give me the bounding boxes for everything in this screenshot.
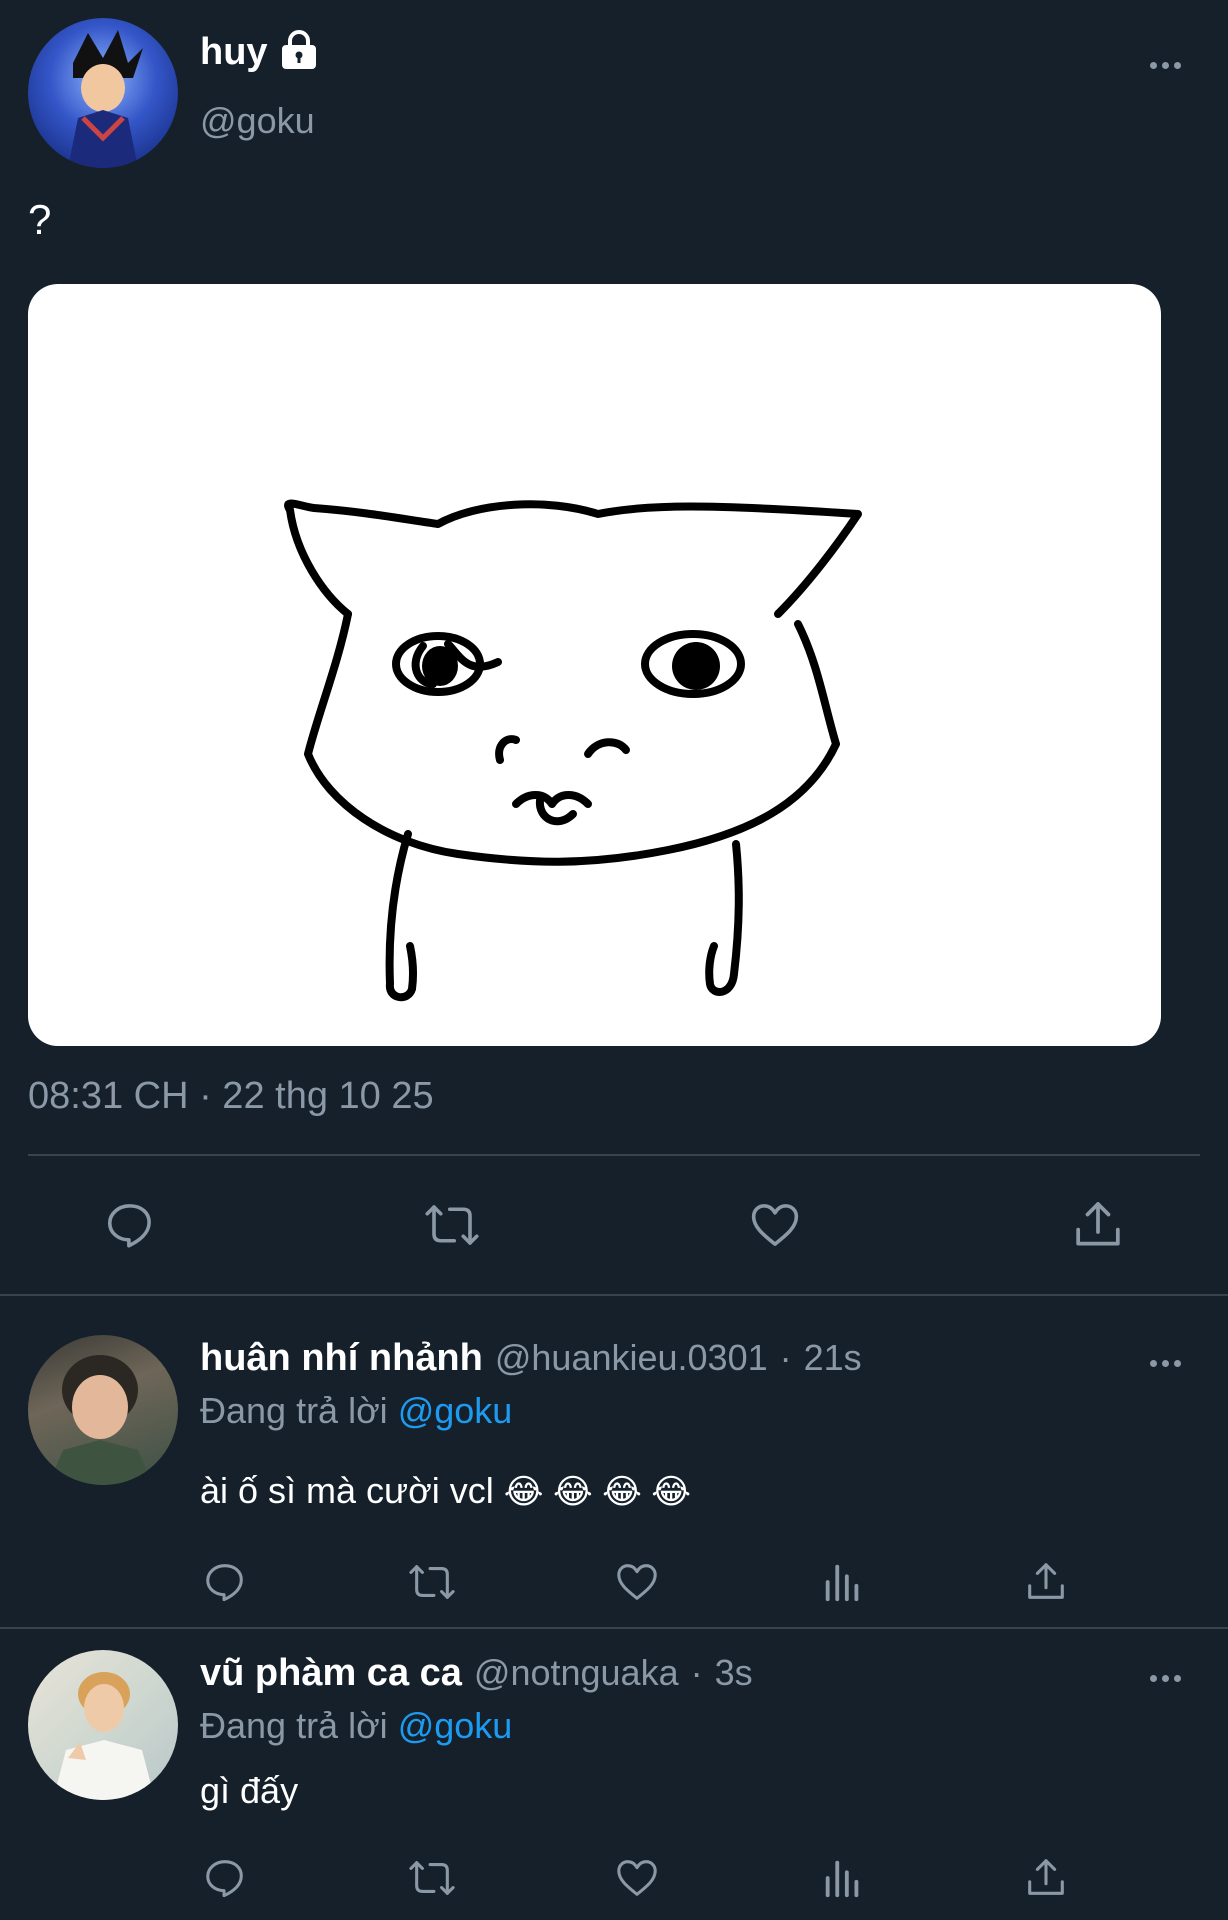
replying-to-link[interactable]: @goku	[398, 1390, 513, 1431]
reply-more-options-icon[interactable]	[1150, 1675, 1181, 1682]
main-avatar[interactable]	[28, 18, 178, 168]
share-icon	[1028, 1859, 1064, 1895]
reply-reply-button[interactable]	[195, 1552, 255, 1612]
divider-reply-1	[0, 1627, 1228, 1629]
reply-time[interactable]: 21s	[804, 1337, 862, 1379]
avatar-image	[53, 1672, 155, 1800]
reply-like-button[interactable]	[607, 1552, 667, 1612]
retweet-button[interactable]	[412, 1190, 492, 1260]
reply-reply-button[interactable]	[195, 1848, 255, 1908]
retweet-icon	[409, 1565, 455, 1599]
more-options-icon[interactable]	[1150, 62, 1181, 69]
share-icon	[1028, 1563, 1064, 1599]
reply-text: ài ố sì mà cười vcl	[200, 1470, 494, 1511]
main-handle[interactable]: @goku	[200, 100, 315, 142]
reply-separator: ·	[779, 1337, 792, 1378]
replying-to-link[interactable]: @goku	[398, 1705, 513, 1746]
share-icon	[1076, 1202, 1120, 1246]
like-button[interactable]	[735, 1190, 815, 1260]
reply-icon	[107, 1204, 151, 1248]
reply-like-button[interactable]	[607, 1848, 667, 1908]
reply-views-button[interactable]	[813, 1848, 873, 1908]
divider-main	[0, 1294, 1228, 1296]
main-display-name[interactable]: huy	[200, 31, 268, 74]
reply-time[interactable]: 3s	[715, 1652, 753, 1694]
reply-retweet-button[interactable]	[400, 1848, 464, 1908]
avatar-image	[48, 1355, 153, 1485]
reply-icon	[206, 1860, 243, 1898]
main-timestamp[interactable]: 08:31 CH · 22 thg 10 25	[28, 1075, 434, 1118]
heart-icon	[751, 1204, 799, 1246]
reply-more-options-icon[interactable]	[1150, 1360, 1181, 1367]
reply-separator: ·	[690, 1652, 703, 1693]
divider-timestamp	[28, 1154, 1200, 1156]
reply-button[interactable]	[90, 1190, 170, 1260]
reply-share-button[interactable]	[1016, 1552, 1076, 1612]
laughing-emoji: 😂 😂 😂 😂	[503, 1473, 692, 1511]
retweet-icon	[409, 1861, 455, 1895]
heart-icon	[617, 1860, 657, 1896]
lock-icon	[278, 30, 320, 75]
heart-icon	[617, 1564, 657, 1600]
share-button[interactable]	[1058, 1190, 1138, 1260]
reply-retweet-button[interactable]	[400, 1552, 464, 1612]
reply-icon	[206, 1564, 243, 1602]
reply-views-button[interactable]	[813, 1552, 873, 1612]
reply-display-name[interactable]: huân nhí nhảnh	[200, 1337, 483, 1380]
reply-avatar[interactable]	[28, 1335, 178, 1485]
reply-avatar[interactable]	[28, 1650, 178, 1800]
reply-text: gì đấy	[200, 1770, 299, 1811]
reply-share-button[interactable]	[1016, 1848, 1076, 1908]
cat-drawing	[284, 499, 862, 1002]
retweet-icon	[425, 1205, 479, 1245]
main-tweet-text: ?	[28, 196, 52, 243]
tweet-media-image[interactable]	[28, 284, 1161, 1046]
avatar-image	[68, 30, 143, 168]
reply-display-name[interactable]: vũ phàm ca ca	[200, 1652, 462, 1695]
reply-handle[interactable]: @notnguaka	[474, 1652, 679, 1694]
replying-to-label: Đang trả lời	[200, 1705, 388, 1746]
analytics-icon	[825, 1860, 859, 1898]
analytics-icon	[825, 1564, 859, 1602]
reply-handle[interactable]: @huankieu.0301	[495, 1337, 768, 1379]
replying-to-label: Đang trả lời	[200, 1390, 388, 1431]
